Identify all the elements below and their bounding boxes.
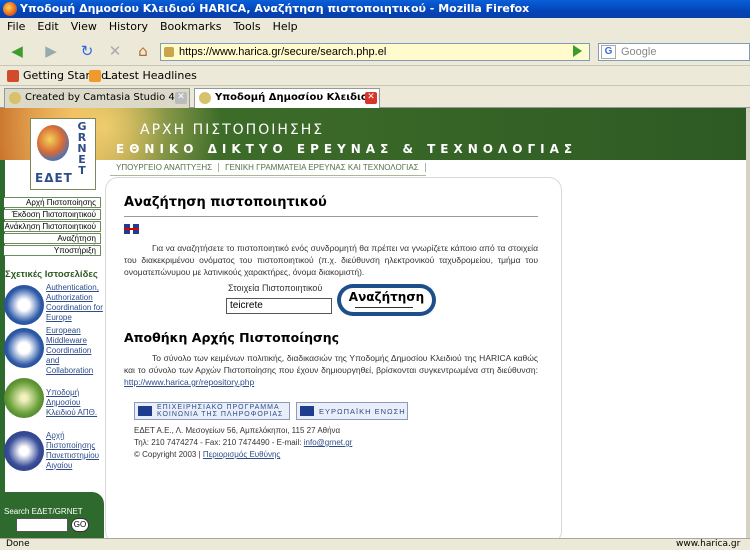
bookmark-icon <box>7 70 19 82</box>
certificate-field-label: Στοιχεία Πιστοποιητικού <box>228 283 323 293</box>
site-search: Search ΕΔΕΤ/GRNET GO <box>0 492 104 538</box>
bookmark-latest-headlines[interactable]: Latest Headlines <box>88 66 197 86</box>
eu-flag-icon <box>300 406 314 416</box>
search-button[interactable]: Αναζήτηση <box>337 284 436 316</box>
repository-link[interactable]: http://www.harica.gr/repository.php <box>124 377 254 387</box>
rss-icon <box>89 70 101 82</box>
back-arrow-icon[interactable]: ◀ <box>6 40 28 62</box>
intro-text: Για να αναζητήσετε το πιστοποιητικό ενός… <box>124 243 538 277</box>
related-link-aace[interactable]: Authentication, Authorization Coordinati… <box>46 283 104 323</box>
aace-logo[interactable] <box>4 285 44 325</box>
forward-arrow-icon[interactable]: ▶ <box>40 40 62 62</box>
menu-history[interactable]: History <box>102 18 153 36</box>
menubar: File Edit View History Bookmarks Tools Help <box>0 18 750 36</box>
grnet-logo[interactable]: G R N E T ΕΔΕΤ <box>30 118 96 190</box>
menu-view[interactable]: View <box>64 18 102 36</box>
repository-description: Το σύνολο των κειμένων πολιτικής, διαδικ… <box>124 353 538 375</box>
site-search-input[interactable] <box>16 518 68 532</box>
logo-emblem <box>37 125 69 161</box>
phone-fax-text: Τηλ: 210 7474274 - Fax: 210 7474490 - E-… <box>134 438 302 447</box>
reload-icon[interactable]: ↻ <box>76 40 98 62</box>
menu-help[interactable]: Help <box>266 18 303 36</box>
navigation-toolbar: ◀ ▶ ↻ ✕ ⌂ https://www.harica.gr/secure/s… <box>0 36 750 66</box>
aegean-logo[interactable] <box>4 431 44 471</box>
logo-grnet-text: G R N E T <box>77 120 87 177</box>
status-bar: Done www.harica.gr <box>0 538 750 550</box>
google-engine-icon[interactable]: G <box>601 45 616 59</box>
menu-bookmarks[interactable]: Bookmarks <box>153 18 226 36</box>
menu-edit[interactable]: Edit <box>30 18 63 36</box>
stop-icon[interactable]: ✕ <box>104 40 126 62</box>
repository-text: Το σύνολο των κειμένων πολιτικής, διαδικ… <box>124 352 538 388</box>
banner-title: ΑΡΧΗ ΠΙΣΤΟΠΟΙΗΣΗΣ <box>140 122 325 138</box>
close-tab-icon[interactable]: ✕ <box>175 92 187 104</box>
address-bar[interactable]: https://www.harica.gr/secure/search.php.… <box>160 43 590 61</box>
home-icon[interactable]: ⌂ <box>132 40 154 62</box>
auth-logo[interactable] <box>4 378 44 418</box>
tab-label: Created by Camtasia Studio 4 <box>25 92 175 103</box>
search-button-face: Αναζήτηση <box>340 287 433 313</box>
page-title: Αναζήτηση πιστοποιητικού <box>124 195 327 210</box>
banner-subtitle: ΕΘΝΙΚΟ ΔΙΚΤΥΟ ΕΡΕΥΝΑΣ & ΤΕΧΝΟΛΟΓΙΑΣ <box>116 142 578 156</box>
greek-flag-icon <box>138 406 152 416</box>
repository-heading: Αποθήκη Αρχής Πιστοποίησης <box>124 330 340 345</box>
site-identity-icon[interactable] <box>164 47 174 57</box>
ministry-links: ΥΠΟΥΡΓΕΙΟ ΑΝΑΠΤΥΞΗΣ ΓΕΝΙΚΗ ΓΡΑΜΜΑΤΕΙΑ ΕΡΕ… <box>110 160 426 176</box>
copyright-text: © Copyright 2003 | Περιορισμός Ευθύνης <box>134 449 280 461</box>
page-icon <box>9 92 21 104</box>
arrow-icon <box>355 307 413 308</box>
site-banner: ΑΡΧΗ ΠΙΣΤΟΠΟΙΗΣΗΣ ΕΘΝΙΚΟ ΔΙΚΤΥΟ ΕΡΕΥΝΑΣ … <box>0 108 750 160</box>
information-society-logo[interactable]: ΕΠΙΧΕΙΡΗΣΙΑΚΟ ΠΡΟΓΡΑΜΜΑ ΚΟΙΝΩΝΙΑ ΤΗΣ ΠΛΗΡ… <box>134 402 290 420</box>
logo-edet-text: ΕΔΕΤ <box>35 171 73 185</box>
page-icon <box>199 92 211 104</box>
window-title: Υποδομή Δημοσίου Κλειδιού HARICA, Αναζήτ… <box>20 2 530 15</box>
search-input[interactable]: G Google <box>598 43 750 61</box>
european-union-logo[interactable]: ΕΥΡΩΠΑΪΚΗ ΕΝΩΣΗ <box>296 402 408 420</box>
firefox-icon <box>3 2 17 16</box>
english-flag-icon[interactable] <box>124 224 139 234</box>
address-text: https://www.harica.gr/secure/search.php.… <box>179 46 387 58</box>
search-button-label: Αναζήτηση <box>348 290 425 304</box>
vertical-scrollbar[interactable] <box>746 108 750 538</box>
tab-label: Υποδομή Δημοσίου Κλειδιού HARI... <box>215 92 379 103</box>
menu-item-revoke[interactable]: Ανάκληση Πιστοποιητικού <box>4 221 101 232</box>
eu-program-line-2: ΚΟΙΝΩΝΙΑ ΤΗΣ ΠΛΗΡΟΦΟΡΙΑΣ <box>157 411 284 418</box>
menu-item-support[interactable]: Υποστήριξη <box>4 245 101 256</box>
title-divider <box>124 216 538 217</box>
close-tab-icon[interactable]: ✕ <box>365 92 377 104</box>
go-arrow-icon[interactable] <box>573 45 582 57</box>
site-search-label: Search ΕΔΕΤ/GRNET <box>4 507 83 516</box>
terms-link[interactable]: Περιορισμός Ευθύνης <box>203 450 280 459</box>
menu-item-search[interactable]: Αναζήτηση Πιστοποιητικού <box>4 233 101 253</box>
related-sites-heading: Σχετικές Ιστοσελίδες <box>5 269 98 280</box>
address-text: ΕΔΕΤ Α.Ε., Λ. Μεσογείων 56, Αμπελόκηποι,… <box>134 426 341 435</box>
eurocamp-logo[interactable] <box>4 328 44 368</box>
page-viewport: ΑΡΧΗ ΠΙΣΤΟΠΟΙΗΣΗΣ ΕΘΝΙΚΟ ΔΙΚΤΥΟ ΕΡΕΥΝΑΣ … <box>0 108 750 538</box>
status-host: www.harica.gr <box>676 539 741 549</box>
secretariat-link[interactable]: ΓΕΝΙΚΗ ΓΡΑΜΜΑΤΕΙΑ ΕΡΕΥΝΑΣ ΚΑΙ ΤΕΧΝΟΛΟΓΙΑ… <box>219 163 426 172</box>
tab-harica[interactable]: Υποδομή Δημοσίου Κλειδιού HARI... ✕ <box>194 88 380 109</box>
contact-text: Τηλ: 210 7474274 - Fax: 210 7474490 - E-… <box>134 437 352 449</box>
site-search-go-button[interactable]: GO <box>71 518 89 532</box>
related-link-aegean[interactable]: Αρχή Πιστοποίησης Πανεπιστημίου Αιγαίου <box>46 431 104 471</box>
bookmark-label: Latest Headlines <box>105 69 197 82</box>
related-link-middleware[interactable]: European Middleware Coordination and Col… <box>46 326 104 376</box>
certificate-search-input[interactable]: teicrete <box>226 298 332 314</box>
status-text: Done <box>6 539 30 549</box>
menu-file[interactable]: File <box>0 18 30 36</box>
menu-tools[interactable]: Tools <box>226 18 265 36</box>
menu-item-authority[interactable]: Αρχή Πιστοποίησης <box>4 197 101 208</box>
window-titlebar: Υποδομή Δημοσίου Κλειδιού HARICA, Αναζήτ… <box>0 0 750 18</box>
email-link[interactable]: info@grnet.gr <box>304 438 353 447</box>
bookmarks-toolbar: Getting Started Latest Headlines <box>0 66 750 86</box>
related-link-auth[interactable]: Υποδομή Δημοσίου Κλειδιού ΑΠΘ. <box>46 388 104 418</box>
tab-camtasia[interactable]: Created by Camtasia Studio 4 ✕ <box>4 88 190 108</box>
ministry-link[interactable]: ΥΠΟΥΡΓΕΙΟ ΑΝΑΠΤΥΞΗΣ <box>110 163 220 172</box>
tab-strip: Created by Camtasia Studio 4 ✕ Υποδομή Δ… <box>0 86 750 109</box>
search-placeholder: Google <box>621 46 657 58</box>
eu-union-text: ΕΥΡΩΠΑΪΚΗ ΕΝΩΣΗ <box>319 407 406 416</box>
menu-item-issue[interactable]: Έκδοση Πιστοποιητικού <box>4 209 101 220</box>
copyright-label: © Copyright 2003 | <box>134 450 201 459</box>
eu-program-line-1: ΕΠΙΧΕΙΡΗΣΙΑΚΟ ΠΡΟΓΡΑΜΜΑ <box>157 404 280 411</box>
